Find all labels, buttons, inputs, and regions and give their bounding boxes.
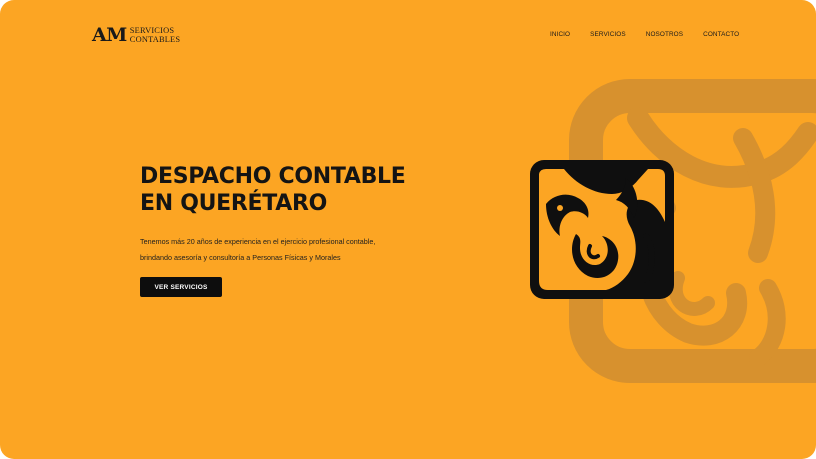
main-nav: INICIO SERVICIOS NOSOTROS CONTACTO [550,31,759,38]
view-services-button[interactable]: VER SERVICIOS [140,277,222,297]
imss-emblem-icon [530,160,674,299]
hero-title-line1: DESPACHO CONTABLE [140,164,406,189]
nav-link-servicios[interactable]: SERVICIOS [590,31,626,38]
nav-link-inicio[interactable]: INICIO [550,31,570,38]
nav-link-contacto[interactable]: CONTACTO [703,31,739,38]
hero-title: DESPACHO CONTABLE EN QUERÉTARO [140,163,406,217]
hero-description-line2: brindando asesoría y consultoría a Perso… [140,253,341,262]
logo-text: SERVICIOS CONTABLES [129,26,181,44]
site-logo[interactable]: AM SERVICIOS CONTABLES [92,26,180,45]
nav-link-nosotros[interactable]: NOSOTROS [646,31,683,38]
logo-mark: AM [92,24,127,46]
page: AM SERVICIOS CONTABLES INICIO SERVICIOS … [0,0,816,459]
hero-description: Tenemos más 20 años de experiencia en el… [140,234,440,266]
hero-description-line1: Tenemos más 20 años de experiencia en el… [140,237,376,246]
logo-text-line2: CONTABLES [129,34,181,44]
hero-title-line2: EN QUERÉTARO [140,191,328,216]
